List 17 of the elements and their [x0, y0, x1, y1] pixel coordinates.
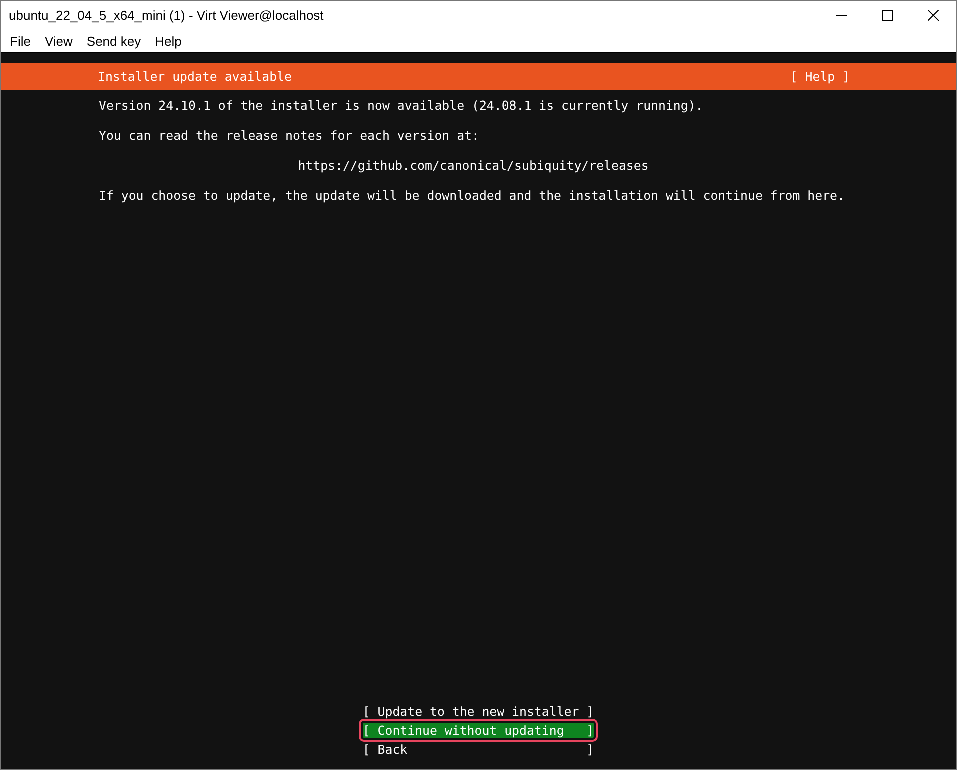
menu-item[interactable]: Send key	[80, 34, 148, 48]
header-title: Installer update available	[98, 69, 292, 84]
window-title: ubuntu_22_04_5_x64_mini (1) - Virt Viewer@localhost	[9, 8, 325, 23]
message-text: You can read the release notes for each version at:	[99, 128, 480, 143]
menu-option[interactable]: [ Continue without updating ]	[362, 723, 594, 738]
help-button[interactable]: [ Help ]	[790, 69, 850, 84]
message-text: Version 24.10.1 of the installer is now available (24.08.1 is currently running).	[99, 98, 704, 113]
close-icon	[928, 10, 938, 21]
menu-option[interactable]: [ Back ]	[362, 742, 594, 757]
maximize-icon	[882, 10, 892, 21]
menu-item[interactable]: File	[3, 34, 38, 48]
menu-option[interactable]: [ Update to the new installer ]	[362, 704, 594, 719]
menu-item[interactable]: View	[38, 34, 80, 48]
menu-item[interactable]: Help	[148, 34, 189, 48]
minimize-icon	[836, 14, 846, 16]
message-text: If you choose to update, the update will be downloaded and the installation will continue from here.	[99, 188, 845, 203]
release-notes-link[interactable]: https://github.com/canonical/subiquity/releases	[298, 158, 649, 173]
